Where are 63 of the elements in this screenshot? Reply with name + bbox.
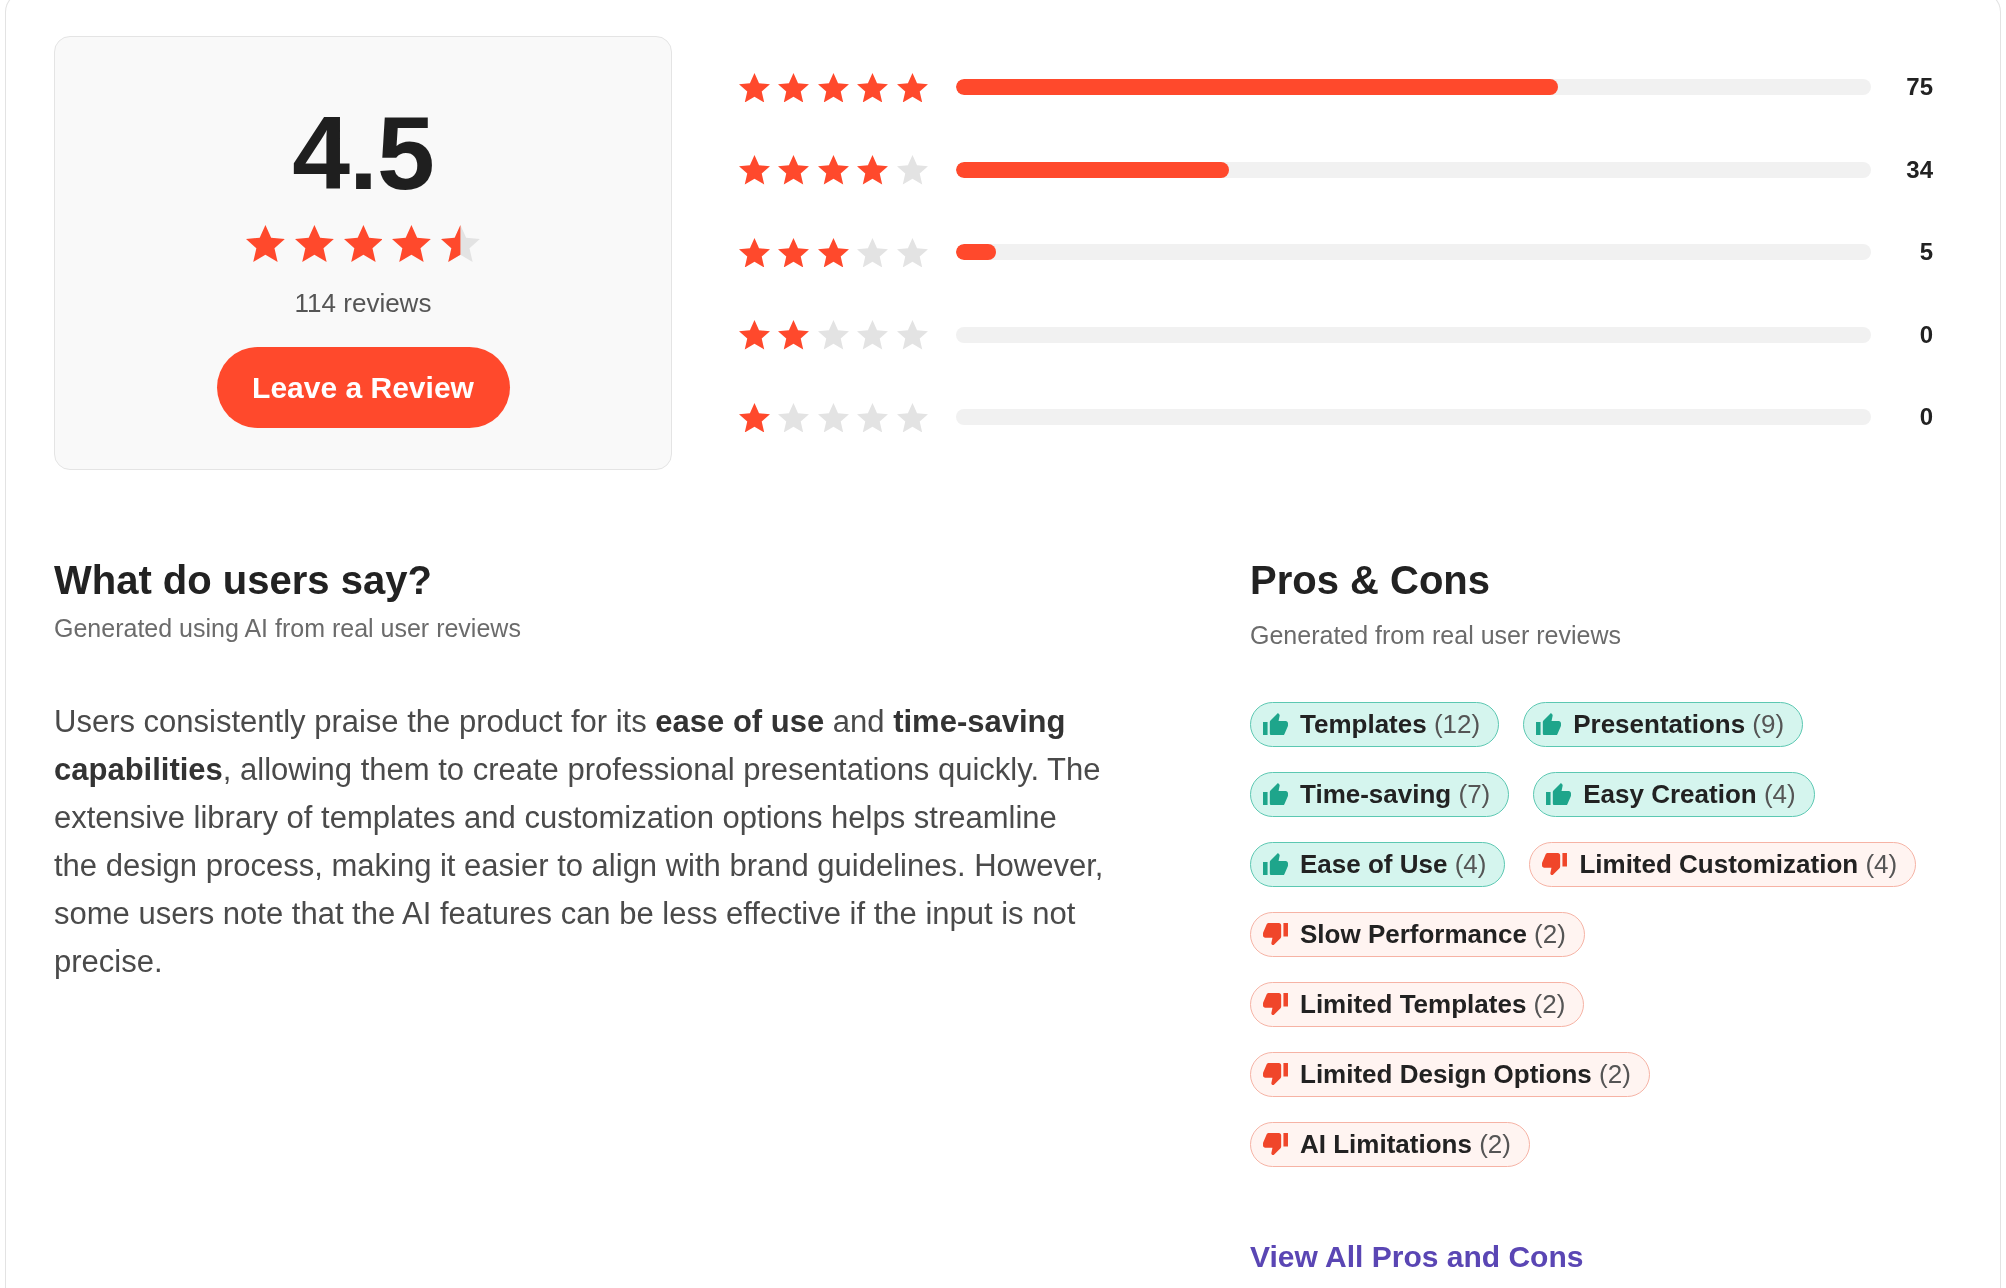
con-chip[interactable]: Limited Design Options (2): [1250, 1051, 1650, 1097]
empty-star-icon: [857, 402, 889, 432]
section-subtitle: Generated using AI from real user reviews: [54, 613, 522, 644]
empty-star-icon: [857, 320, 889, 350]
review-count: 114 reviews: [294, 288, 432, 320]
star-icon: [778, 155, 810, 185]
rating-count: 75: [1905, 73, 1933, 102]
empty-star-icon: [896, 155, 928, 185]
star-icon: [739, 237, 770, 267]
star-icon: [896, 72, 928, 102]
thumbs-down-icon: [1263, 1062, 1288, 1086]
pro-chip[interactable]: Ease of Use (4): [1250, 841, 1506, 887]
rating-count: 5: [1918, 238, 1933, 267]
view-all-link[interactable]: View All Pros and Cons: [1250, 1238, 1584, 1275]
pro-chip[interactable]: Templates (12): [1250, 701, 1500, 747]
star-icon: [857, 155, 889, 185]
empty-star-icon: [896, 320, 928, 350]
star-icon: [778, 72, 810, 102]
empty-star-icon: [817, 320, 849, 350]
con-chip[interactable]: Limited Customization (4): [1529, 841, 1917, 887]
summary-paragraph: Users consistently praise the product for its ease of use and time-saving capabilities, allowing them to create professional presentations quickly. The extensive library of templates and customization options helps streamline the design process, making it easier to align with brand guidelines. However, some users note that the AI features can be less effective if the input is not precise.: [54, 702, 1104, 981]
section-title: What do users say?: [54, 557, 433, 604]
star-icon: [739, 72, 770, 102]
star-icon: [245, 225, 285, 262]
rating-count: 0: [1918, 403, 1933, 432]
thumbs-down-icon: [1263, 992, 1288, 1016]
star-icon: [817, 237, 849, 267]
con-chip[interactable]: AI Limitations (2): [1250, 1121, 1530, 1167]
rating-count: 0: [1918, 320, 1933, 349]
star-icon: [739, 320, 770, 350]
rating-count: 34: [1905, 155, 1933, 184]
rating-score: 4.5: [292, 101, 434, 205]
section-subtitle: Generated from real user reviews: [1250, 620, 1622, 651]
section-title: Pros & Cons: [1250, 557, 1492, 604]
star-icon: [739, 402, 770, 432]
empty-star-icon: [896, 237, 928, 267]
thumbs-up-icon: [1263, 712, 1288, 736]
con-chip[interactable]: Limited Templates (2): [1250, 981, 1585, 1027]
thumbs-down-icon: [1542, 852, 1568, 876]
empty-star-icon: [896, 402, 928, 432]
star-icon: [817, 155, 849, 185]
empty-star-icon: [817, 402, 849, 432]
thumbs-up-icon: [1263, 782, 1288, 806]
con-chip[interactable]: Slow Performance (2): [1250, 911, 1585, 957]
thumbs-up-icon: [1536, 712, 1562, 736]
pro-chip[interactable]: Presentations (9): [1523, 701, 1804, 747]
thumbs-down-icon: [1263, 1132, 1288, 1156]
star-icon: [343, 225, 383, 262]
star-icon: [392, 225, 432, 262]
star-icon: [857, 72, 889, 102]
half-star-icon: [441, 225, 481, 262]
star-icon: [294, 225, 334, 262]
thumbs-up-icon: [1263, 852, 1288, 876]
empty-star-icon: [857, 237, 889, 267]
star-icon: [778, 320, 810, 350]
thumbs-up-icon: [1546, 782, 1572, 806]
star-icon: [778, 237, 810, 267]
star-icon: [739, 155, 770, 185]
pro-chip[interactable]: Time-saving (7): [1250, 771, 1510, 817]
pro-chip[interactable]: Easy Creation (4): [1533, 771, 1815, 817]
thumbs-down-icon: [1263, 922, 1288, 946]
empty-star-icon: [778, 402, 810, 432]
star-icon: [817, 72, 849, 102]
